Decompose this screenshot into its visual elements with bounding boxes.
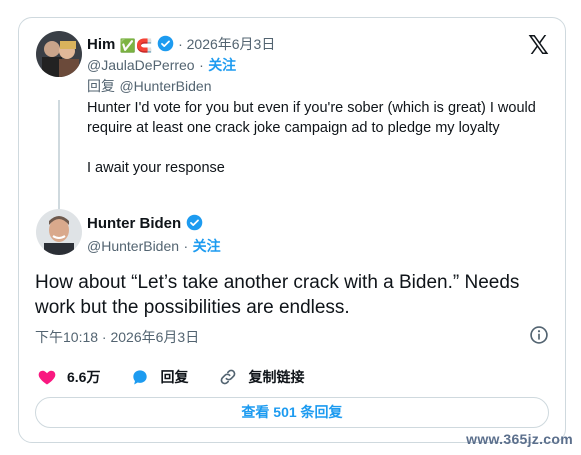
link-icon: [221, 369, 236, 385]
replying-to-handle[interactable]: @HunterBiden: [119, 78, 211, 94]
read-replies-button[interactable]: 查看 501 条回复: [35, 397, 549, 428]
heart-icon: [38, 370, 56, 385]
thread-connector-line: [58, 100, 60, 218]
replying-to-line: 回复 @HunterBiden: [87, 76, 212, 96]
verified-badge-icon: [157, 35, 173, 52]
reply-header-line2: @JaulaDePerreo · 关注: [87, 55, 236, 75]
follow-button-him[interactable]: 关注: [208, 57, 236, 73]
reply-display-name[interactable]: Him: [87, 36, 115, 53]
copy-link-label: 复制链接: [248, 369, 305, 385]
main-tweet-text: How about “Let’s take another crack with…: [35, 272, 520, 318]
action-bar: 6.6万 回复 复制链接: [37, 367, 334, 387]
main-header-line1: Hunter Biden: [87, 214, 203, 233]
x-logo-icon[interactable]: 𝕏: [528, 32, 549, 58]
tweet-embed-card: 𝕏 Him ✅🧲 · 2026年6月3日 @JaulaDePerreo · 关注…: [18, 17, 566, 443]
like-count: 6.6万: [67, 369, 101, 385]
reply-text-paragraph-2: I await your response: [87, 160, 225, 176]
main-display-name[interactable]: Hunter Biden: [87, 215, 181, 232]
separator-dot: ·: [183, 238, 189, 254]
main-header-line2: @HunterBiden · 关注: [87, 236, 221, 256]
avatar-hunter-biden[interactable]: [36, 209, 82, 255]
info-icon[interactable]: [529, 325, 549, 345]
site-watermark: www.365jz.com: [466, 431, 573, 447]
follow-button-hunter[interactable]: 关注: [193, 238, 221, 254]
reply-timestamp[interactable]: · 2026年6月3日: [178, 36, 275, 52]
reply-button[interactable]: 回复: [130, 367, 188, 387]
main-tweet-time[interactable]: 下午10:18 · 2026年6月3日: [35, 327, 199, 347]
reply-text-paragraph-1: Hunter I'd vote for you but even if you'…: [87, 100, 536, 136]
copy-link-button[interactable]: 复制链接: [218, 367, 304, 387]
reply-handle[interactable]: @JaulaDePerreo: [87, 57, 195, 73]
like-button[interactable]: 6.6万: [37, 367, 100, 387]
verified-badge-icon: [186, 214, 202, 231]
reply-bubble-icon: [133, 370, 148, 385]
separator-dot: ·: [199, 57, 204, 73]
reply-label: 回复: [160, 369, 189, 385]
reply-header-line1: Him ✅🧲 · 2026年6月3日: [87, 34, 275, 54]
name-emojis: ✅🧲: [119, 38, 153, 53]
avatar-him[interactable]: [36, 31, 82, 77]
reply-tweet-text: Hunter I'd vote for you but even if you'…: [87, 98, 547, 178]
replying-prefix: 回复: [87, 78, 115, 94]
main-handle[interactable]: @HunterBiden: [87, 238, 179, 254]
